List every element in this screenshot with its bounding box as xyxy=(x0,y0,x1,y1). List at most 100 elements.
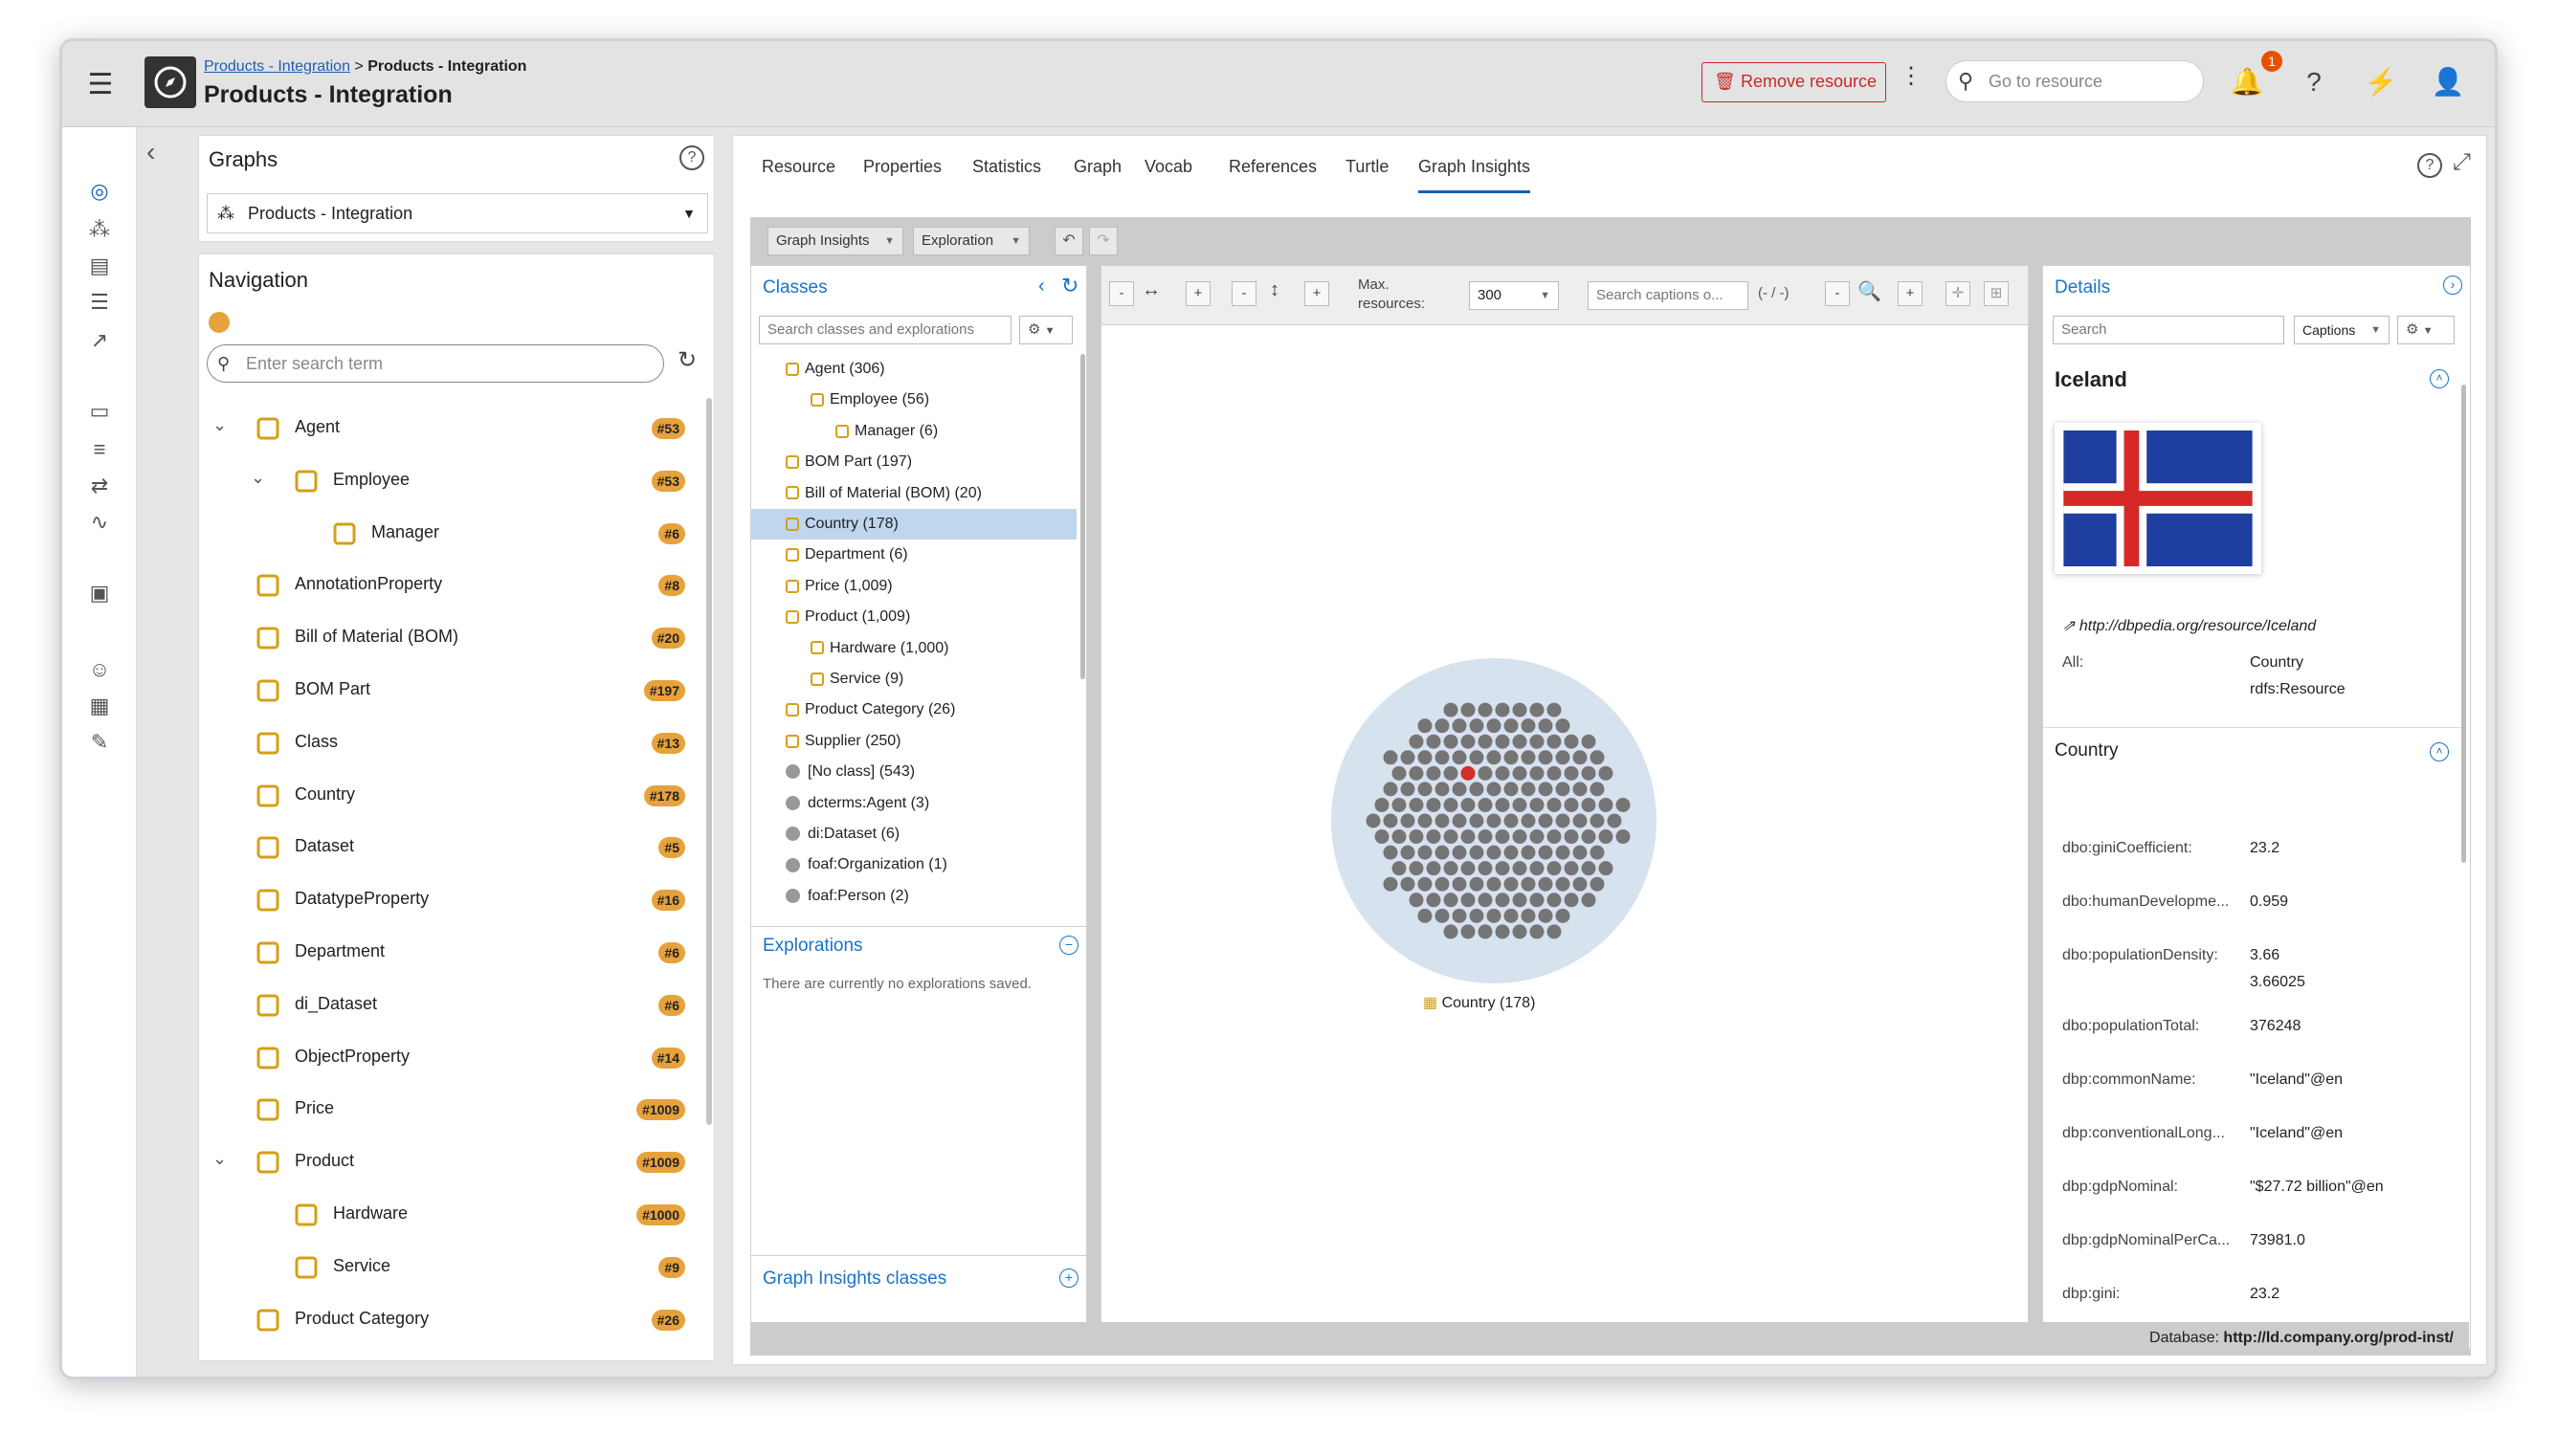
class-tree-item[interactable]: Price (1,009) xyxy=(751,571,1077,602)
dashboard-icon[interactable]: ▦ xyxy=(81,690,118,722)
resource-node[interactable] xyxy=(1409,734,1424,749)
classes-search-input[interactable]: Search classes and explorations xyxy=(759,316,1012,344)
resource-node[interactable] xyxy=(1452,813,1467,828)
redo-icon[interactable]: ↷ xyxy=(1089,227,1118,255)
class-tree-item[interactable]: BOM Part (197) xyxy=(751,447,1077,477)
resource-node[interactable] xyxy=(1503,782,1519,797)
resource-node[interactable] xyxy=(1417,813,1433,828)
resource-node[interactable] xyxy=(1391,861,1407,876)
menu-icon[interactable]: ☰ xyxy=(81,66,120,104)
resource-node[interactable] xyxy=(1478,893,1493,908)
wrench-icon[interactable]: ✎ xyxy=(81,726,118,759)
nav-item[interactable]: BOM Part #197 xyxy=(199,664,697,716)
tools-icon[interactable]: ▣ xyxy=(81,577,118,609)
resource-node[interactable] xyxy=(1581,734,1596,749)
resource-node[interactable] xyxy=(1417,908,1433,923)
scrollbar[interactable] xyxy=(2461,385,2466,863)
resource-node[interactable] xyxy=(1521,908,1536,923)
resource-node[interactable] xyxy=(1409,765,1424,781)
resource-node[interactable] xyxy=(1460,861,1476,876)
resource-node[interactable] xyxy=(1564,893,1579,908)
nav-item[interactable]: Bill of Material (BOM) #20 xyxy=(199,611,697,663)
zoom-out-button[interactable]: - xyxy=(1825,281,1850,306)
details-settings-dropdown[interactable]: ⚙ ▼ xyxy=(2397,316,2455,344)
resource-node[interactable] xyxy=(1529,702,1545,717)
resource-node[interactable] xyxy=(1529,797,1545,812)
grow-height-button[interactable]: + xyxy=(1304,281,1329,306)
chevron-down-icon[interactable]: ⌄ xyxy=(212,1149,227,1169)
resource-node[interactable] xyxy=(1581,797,1596,812)
resource-node[interactable] xyxy=(1572,876,1588,892)
resource-node[interactable] xyxy=(1512,893,1527,908)
collapse-up-icon[interactable]: ˄ xyxy=(2430,369,2449,388)
resource-node[interactable] xyxy=(1555,782,1570,797)
class-tree-item[interactable]: Manager (6) xyxy=(751,416,1077,447)
nav-item[interactable]: rdf:Point#179 xyxy=(199,1345,697,1360)
database-icon[interactable]: ▤ xyxy=(81,250,118,282)
resource-node[interactable] xyxy=(1434,876,1450,892)
resource-node[interactable] xyxy=(1572,813,1588,828)
resource-node[interactable] xyxy=(1572,782,1588,797)
resource-node[interactable] xyxy=(1383,813,1398,828)
shrink-width-button[interactable]: - xyxy=(1109,281,1134,306)
resource-node[interactable] xyxy=(1452,845,1467,860)
nav-item[interactable]: Department #6 xyxy=(199,926,697,978)
zoom-in-button[interactable]: + xyxy=(1898,281,1923,306)
navigation-search-input[interactable]: ⚲ Enter search term xyxy=(207,344,664,383)
class-tree-item[interactable]: Hardware (1,000) xyxy=(751,633,1077,664)
class-tree-item[interactable]: foaf:Person (2) xyxy=(751,881,1077,912)
resource-node[interactable] xyxy=(1426,893,1441,908)
resource-node[interactable] xyxy=(1512,765,1527,781)
collapse-up-icon[interactable]: ˄ xyxy=(2430,742,2449,761)
expand-icon[interactable]: + xyxy=(1059,1268,1078,1288)
resource-node[interactable] xyxy=(1581,829,1596,845)
resource-node[interactable] xyxy=(1460,924,1476,939)
resource-node[interactable] xyxy=(1391,829,1407,845)
resource-node[interactable] xyxy=(1478,765,1493,781)
resource-node[interactable] xyxy=(1581,893,1596,908)
nav-item[interactable]: ObjectProperty #14 xyxy=(199,1031,697,1083)
magic-wand-icon[interactable]: ⚡ xyxy=(2359,60,2403,104)
resource-node[interactable] xyxy=(1495,734,1510,749)
resource-node[interactable] xyxy=(1546,829,1562,845)
nav-item[interactable]: Dataset #5 xyxy=(199,821,697,872)
center-icon[interactable]: ✛ xyxy=(1946,281,1970,306)
undo-icon[interactable]: ↶ xyxy=(1055,227,1083,255)
resource-node[interactable] xyxy=(1546,861,1562,876)
resource-node[interactable] xyxy=(1460,702,1476,717)
resource-node[interactable] xyxy=(1521,813,1536,828)
class-tree-item[interactable]: foaf:Organization (1) xyxy=(751,849,1077,880)
resource-node[interactable] xyxy=(1426,797,1441,812)
resource-node[interactable] xyxy=(1469,845,1484,860)
more-options-icon[interactable]: ⋮ xyxy=(1900,62,1923,90)
collapse-left-icon[interactable]: ‹ xyxy=(1038,276,1045,298)
resource-node[interactable] xyxy=(1564,797,1579,812)
resource-node[interactable] xyxy=(1443,734,1458,749)
resource-node[interactable] xyxy=(1555,845,1570,860)
tab-graph-insights[interactable]: Graph Insights xyxy=(1418,157,1531,193)
resource-node[interactable] xyxy=(1495,829,1510,845)
details-search-input[interactable]: Search xyxy=(2053,316,2284,344)
resource-node[interactable] xyxy=(1590,845,1605,860)
resource-node[interactable] xyxy=(1417,782,1433,797)
resource-node[interactable] xyxy=(1469,782,1484,797)
resource-node[interactable] xyxy=(1503,908,1519,923)
resource-node[interactable] xyxy=(1495,702,1510,717)
tab-resource[interactable]: Resource xyxy=(762,157,835,177)
resource-node[interactable] xyxy=(1529,734,1545,749)
resource-node[interactable] xyxy=(1469,908,1484,923)
nav-item[interactable]: AnnotationProperty #8 xyxy=(199,559,697,610)
fit-icon[interactable]: ⊞ xyxy=(1984,281,2009,306)
activity-icon[interactable]: ∿ xyxy=(81,506,118,539)
resource-node[interactable] xyxy=(1529,924,1545,939)
resource-node[interactable] xyxy=(1546,924,1562,939)
nav-item[interactable]: Manager #6 xyxy=(199,507,697,559)
resource-node[interactable] xyxy=(1564,861,1579,876)
resource-node[interactable] xyxy=(1546,702,1562,717)
nav-item[interactable]: ⌄ Product #1009 xyxy=(199,1136,697,1187)
resource-node[interactable] xyxy=(1495,797,1510,812)
resource-node[interactable] xyxy=(1434,845,1450,860)
resource-node[interactable] xyxy=(1486,813,1501,828)
resource-node[interactable] xyxy=(1391,797,1407,812)
resource-node[interactable] xyxy=(1452,750,1467,765)
